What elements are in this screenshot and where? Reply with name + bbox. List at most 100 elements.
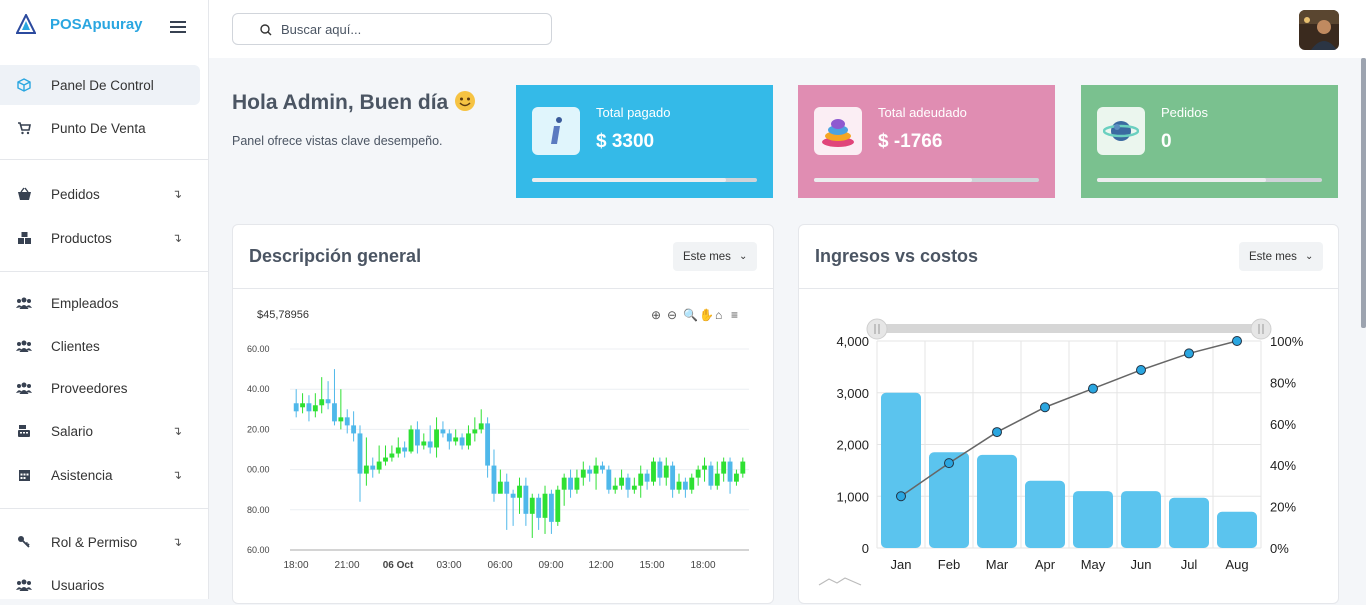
stat-progress-fill <box>532 178 726 182</box>
revenue-filter-label: Este mes <box>1249 250 1297 263</box>
hamburger-menu-icon[interactable] <box>170 21 186 33</box>
search-icon <box>260 24 272 36</box>
candle-body <box>542 493 548 518</box>
chevron-down-icon: ⌄ <box>738 251 748 262</box>
sidebar-divider <box>0 271 209 272</box>
zoom-out-icon[interactable]: ⊖ <box>667 308 677 322</box>
sidebar-item-pedidos[interactable]: Pedidos ↴ <box>0 174 200 214</box>
navigator-sparkline <box>818 577 862 586</box>
sidebar-item-label: Rol & Permiso <box>51 534 138 550</box>
stat-card-total-pagado[interactable]: Total pagado $ 3300 <box>516 85 773 198</box>
sidebar-item-proveedores[interactable]: Proveedores <box>0 368 200 408</box>
candle-body <box>663 465 669 478</box>
candle-body <box>517 485 522 498</box>
stat-value: 0 <box>1161 131 1172 152</box>
expand-arrow-icon[interactable]: ↴ <box>172 424 182 438</box>
magnify-icon[interactable]: 🔍 <box>683 307 698 322</box>
cumulative-point <box>1040 402 1050 413</box>
candle-body <box>497 481 503 494</box>
calendar-icon <box>16 467 32 483</box>
cumulative-point <box>944 458 954 469</box>
y2-tick-label: 40% <box>1270 458 1296 473</box>
sidebar-item-asistencia[interactable]: Asistencia ↴ <box>0 455 200 495</box>
home-icon[interactable]: ⌂ <box>715 308 722 322</box>
bar <box>1073 491 1113 548</box>
zoom-in-icon[interactable]: ⊕ <box>651 308 661 322</box>
y-tick-label: 4,000 <box>836 334 869 349</box>
page-scrollbar[interactable] <box>1361 58 1366 328</box>
candle-body <box>510 493 516 498</box>
users-icon <box>16 338 32 354</box>
revenue-filter-dropdown[interactable]: Este mes ⌄ <box>1239 242 1323 271</box>
user-avatar[interactable] <box>1299 10 1339 50</box>
x-tick-label: Jul <box>1181 557 1198 572</box>
pareto-chart: 4,000 3,000 2,000 1,000 0 100% 80% 60% 40% 20% 0% J… <box>818 318 1304 586</box>
brand-logo[interactable]: POSApuuray <box>16 14 143 34</box>
range-slider-handle[interactable] <box>866 318 888 340</box>
sidebar-item-empleados[interactable]: Empleados <box>0 283 200 323</box>
x-tick-label: Mar <box>986 557 1009 572</box>
x-tick-label: Apr <box>1035 557 1056 572</box>
expand-arrow-icon[interactable]: ↴ <box>172 535 182 549</box>
expand-arrow-icon[interactable]: ↴ <box>172 468 182 482</box>
pan-hand-icon[interactable]: ✋ <box>699 308 714 322</box>
expand-arrow-icon[interactable]: ↴ <box>172 231 182 245</box>
sidebar-item-productos[interactable]: Productos ↴ <box>0 218 200 258</box>
cumulative-point <box>1088 383 1098 394</box>
candle-body <box>631 485 637 490</box>
candle-body <box>587 469 593 474</box>
sidebar-item-rol-permiso[interactable]: Rol & Permiso ↴ <box>0 522 200 562</box>
candle-body <box>472 429 478 434</box>
search-box[interactable] <box>232 13 552 45</box>
sidebar-item-clientes[interactable]: Clientes <box>0 326 200 366</box>
sidebar-item-label: Productos <box>51 230 112 246</box>
bar <box>1169 497 1209 548</box>
y-tick-label: 1,000 <box>836 489 869 504</box>
candle-body <box>357 433 363 474</box>
sidebar-item-punto-de-venta[interactable]: Punto De Venta <box>0 108 200 148</box>
x-tick-label: 06 Oct <box>383 560 414 571</box>
overview-filter-dropdown[interactable]: Este mes ⌄ <box>673 242 757 271</box>
sidebar-item-panel-de-control[interactable]: Panel De Control <box>0 65 200 105</box>
sidebar-item-label: Panel De Control <box>51 77 154 93</box>
greeting-subtitle: Panel ofrece vistas clave desempeño. <box>232 134 443 148</box>
stat-title: Total pagado <box>596 105 671 120</box>
candle-body <box>478 423 484 430</box>
candle-body <box>395 447 401 454</box>
candle-body <box>644 473 650 482</box>
candle-body <box>670 465 676 490</box>
cumulative-point <box>992 427 1002 438</box>
candle-body <box>414 429 420 446</box>
candle-body <box>606 469 612 490</box>
expand-arrow-icon[interactable]: ↴ <box>172 187 182 201</box>
candle-body <box>740 461 746 474</box>
candle-body <box>580 469 586 478</box>
x-tick-label: 18:00 <box>690 560 715 571</box>
x-tick-label: Aug <box>1225 557 1248 572</box>
candle-body <box>440 429 446 434</box>
y-tick-label: 20.00 <box>247 424 270 434</box>
stat-card-pedidos[interactable]: Pedidos 0 <box>1081 85 1338 198</box>
candle-body <box>504 481 510 494</box>
stat-card-total-adeudado[interactable]: Total adeudado $ -1766 <box>798 85 1055 198</box>
cart-icon <box>16 120 32 136</box>
bar <box>881 392 921 548</box>
sidebar-item-label: Pedidos <box>51 186 100 202</box>
candle-body <box>593 465 599 474</box>
candle-body <box>625 477 631 490</box>
candle-body <box>619 477 625 486</box>
x-tick-label: 03:00 <box>436 560 461 571</box>
candle-body <box>523 485 529 514</box>
search-input[interactable] <box>281 21 531 37</box>
bar <box>1121 491 1161 548</box>
cumulative-point <box>1232 336 1242 346</box>
stat-progress-fill <box>814 178 972 182</box>
brand-name: POSApuuray <box>50 15 143 33</box>
menu-icon[interactable]: ≡ <box>731 308 738 322</box>
x-tick-label: May <box>1081 557 1106 572</box>
range-slider-handle[interactable] <box>1250 318 1272 340</box>
sidebar-item-usuarios[interactable]: Usuarios <box>0 565 200 605</box>
sidebar-item-salario[interactable]: Salario ↴ <box>0 411 200 451</box>
bar <box>977 454 1017 548</box>
candle-body <box>370 465 376 470</box>
